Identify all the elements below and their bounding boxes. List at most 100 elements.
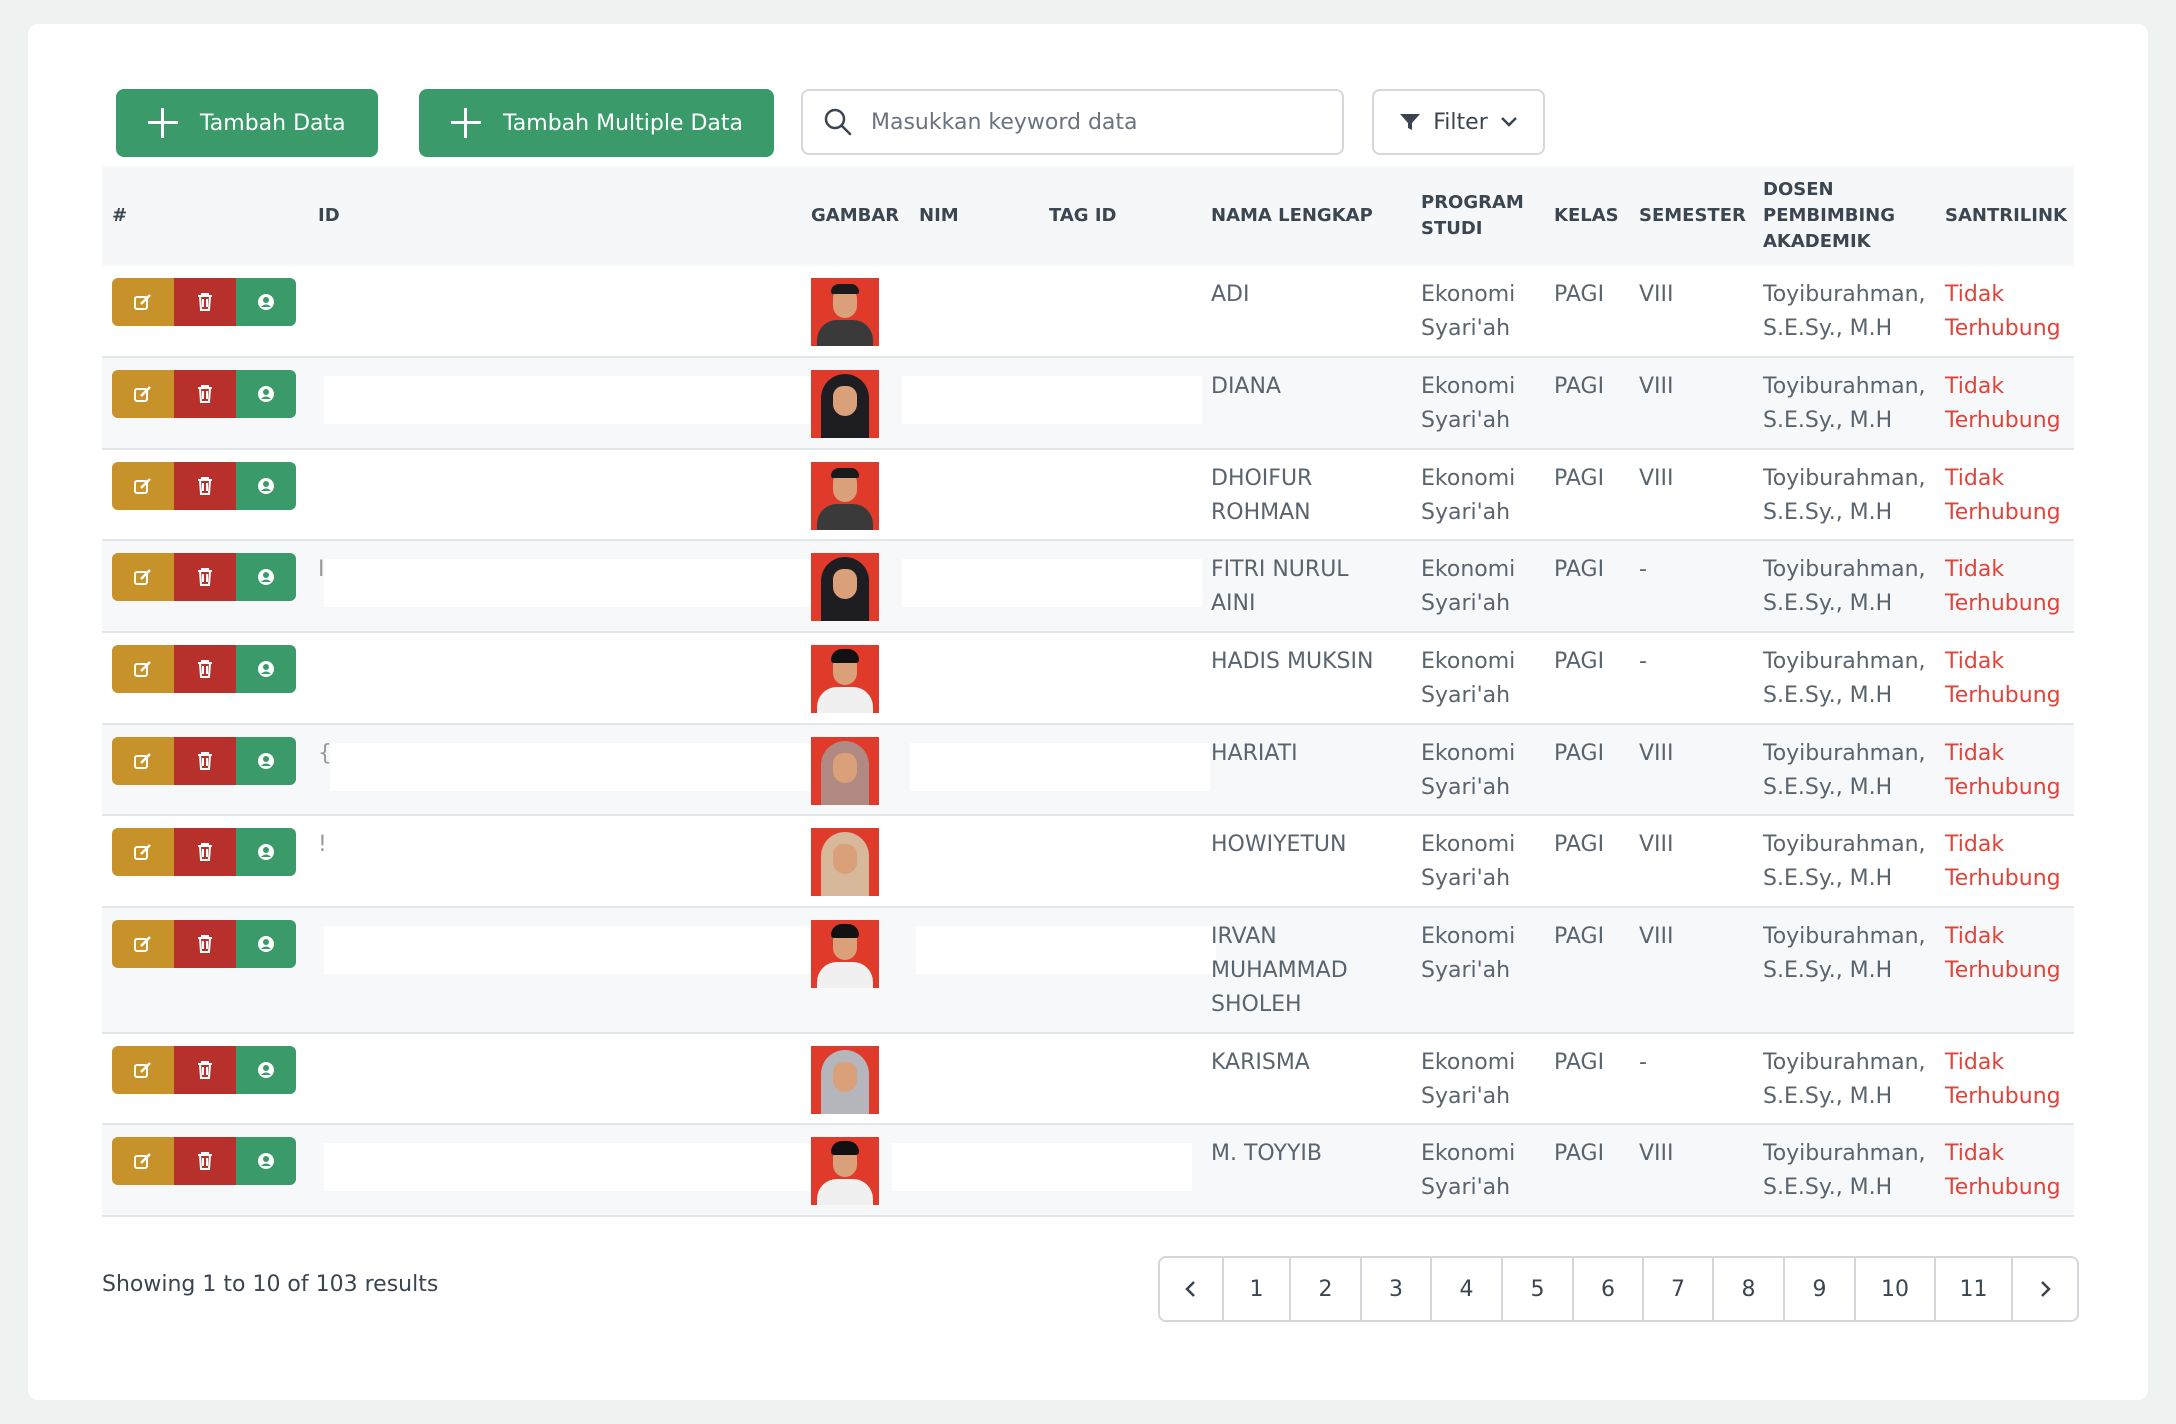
delete-button[interactable] — [174, 645, 236, 693]
page-button[interactable]: 5 — [1503, 1258, 1574, 1320]
edit-button[interactable] — [112, 278, 174, 326]
program-line: Syari'ah — [1421, 591, 1511, 616]
santrilink-status[interactable]: Tidak Terhubung — [1945, 920, 2061, 988]
full-name-cell: FITRI NURUL AINI — [1211, 553, 1349, 621]
santrilink-status[interactable]: Tidak Terhubung — [1945, 737, 2061, 805]
profile-button[interactable] — [236, 645, 296, 693]
edit-icon — [134, 1153, 151, 1169]
profile-button[interactable] — [236, 370, 296, 418]
trash-icon — [198, 752, 212, 770]
edit-icon — [134, 386, 151, 402]
class-cell: PAGI — [1554, 1141, 1605, 1166]
advisor-line: S.E.Sy., M.H — [1763, 408, 1893, 433]
profile-button[interactable] — [236, 737, 296, 785]
search-input[interactable] — [871, 109, 1311, 135]
page-button[interactable]: 11 — [1936, 1258, 2013, 1320]
program-cell: Ekonomi Syari'ah — [1421, 370, 1515, 438]
edit-button[interactable] — [112, 920, 174, 968]
santrilink-status[interactable]: Tidak Terhubung — [1945, 278, 2061, 346]
user-icon — [258, 1153, 274, 1169]
profile-button[interactable] — [236, 1137, 296, 1185]
trash-icon — [198, 935, 212, 953]
edit-button[interactable] — [112, 1046, 174, 1094]
page-button[interactable]: 6 — [1574, 1258, 1644, 1320]
row-actions — [112, 462, 296, 510]
class-cell: PAGI — [1554, 282, 1605, 307]
delete-button[interactable] — [174, 370, 236, 418]
semester-cell: VIII — [1639, 466, 1674, 491]
page-button[interactable]: 8 — [1714, 1258, 1785, 1320]
profile-button[interactable] — [236, 278, 296, 326]
delete-button[interactable] — [174, 920, 236, 968]
prev-page-button[interactable] — [1160, 1258, 1224, 1320]
page-button[interactable]: 1 — [1224, 1258, 1291, 1320]
advisor-line: S.E.Sy., M.H — [1763, 683, 1893, 708]
search-box — [801, 89, 1344, 155]
page-button[interactable]: 3 — [1362, 1258, 1432, 1320]
advisor-line: Toyiburahman, — [1763, 374, 1926, 399]
redacted-id — [324, 376, 852, 424]
page-button[interactable]: 7 — [1644, 1258, 1714, 1320]
profile-button[interactable] — [236, 1046, 296, 1094]
delete-button[interactable] — [174, 1137, 236, 1185]
advisor-line: Toyiburahman, — [1763, 1141, 1926, 1166]
santrilink-status[interactable]: Tidak Terhubung — [1945, 1046, 2061, 1114]
santrilink-status[interactable]: Tidak Terhubung — [1945, 828, 2061, 896]
edit-button[interactable] — [112, 370, 174, 418]
user-icon — [258, 1062, 274, 1078]
delete-button[interactable] — [174, 1046, 236, 1094]
profile-button[interactable] — [236, 828, 296, 876]
advisor-cell: Toyiburahman, S.E.Sy., M.H — [1763, 737, 1926, 805]
santrilink-status[interactable]: Tidak Terhubung — [1945, 1137, 2061, 1205]
delete-button[interactable] — [174, 828, 236, 876]
delete-button[interactable] — [174, 462, 236, 510]
edit-button[interactable] — [112, 553, 174, 601]
header-tag-id: TAG ID — [1049, 205, 1117, 226]
table-row: M. TOYYIB Ekonomi Syari'ah PAGI VIII Toy… — [102, 1125, 2074, 1217]
delete-button[interactable] — [174, 553, 236, 601]
edit-icon — [134, 936, 151, 952]
page-button[interactable]: 2 — [1291, 1258, 1362, 1320]
santrilink-status[interactable]: Tidak Terhubung — [1945, 370, 2061, 438]
page-button[interactable]: 10 — [1856, 1258, 1936, 1320]
table-row: HADIS MUKSIN Ekonomi Syari'ah PAGI - Toy… — [102, 633, 2074, 725]
filter-button[interactable]: Filter — [1372, 89, 1545, 155]
trash-icon — [198, 660, 212, 678]
edit-button[interactable] — [112, 737, 174, 785]
edit-button[interactable] — [112, 645, 174, 693]
page-button[interactable]: 4 — [1432, 1258, 1503, 1320]
redacted-nim — [910, 743, 1210, 791]
table-row: ADI Ekonomi Syari'ah PAGI VIII Toyiburah… — [102, 266, 2074, 358]
santrilink-status[interactable]: Tidak Terhubung — [1945, 645, 2061, 713]
profile-button[interactable] — [236, 553, 296, 601]
delete-button[interactable] — [174, 278, 236, 326]
add-multiple-data-button[interactable]: Tambah Multiple Data — [419, 89, 774, 157]
student-photo — [811, 920, 879, 988]
student-photo — [811, 737, 879, 805]
profile-button[interactable] — [236, 462, 296, 510]
id-cell: ! — [318, 832, 327, 857]
edit-button[interactable] — [112, 828, 174, 876]
santrilink-line: Terhubung — [1945, 408, 2061, 433]
santrilink-line: Tidak — [1945, 374, 2005, 399]
page-button[interactable]: 9 — [1785, 1258, 1856, 1320]
edit-button[interactable] — [112, 462, 174, 510]
santrilink-line: Tidak — [1945, 466, 2005, 491]
full-name-line: KARISMA — [1211, 1050, 1310, 1075]
user-icon — [258, 753, 274, 769]
delete-button[interactable] — [174, 737, 236, 785]
full-name-cell: M. TOYYIB — [1211, 1137, 1322, 1171]
full-name-line: AINI — [1211, 591, 1256, 616]
santrilink-status[interactable]: Tidak Terhubung — [1945, 553, 2061, 621]
user-icon — [258, 661, 274, 677]
next-page-button[interactable] — [2013, 1258, 2077, 1320]
advisor-line: Toyiburahman, — [1763, 466, 1926, 491]
edit-button[interactable] — [112, 1137, 174, 1185]
program-line: Ekonomi — [1421, 741, 1516, 766]
class-cell: PAGI — [1554, 741, 1605, 766]
program-line: Syari'ah — [1421, 500, 1511, 525]
add-data-button[interactable]: Tambah Data — [116, 89, 378, 157]
full-name-line: M. TOYYIB — [1211, 1141, 1322, 1166]
santrilink-status[interactable]: Tidak Terhubung — [1945, 462, 2061, 530]
profile-button[interactable] — [236, 920, 296, 968]
